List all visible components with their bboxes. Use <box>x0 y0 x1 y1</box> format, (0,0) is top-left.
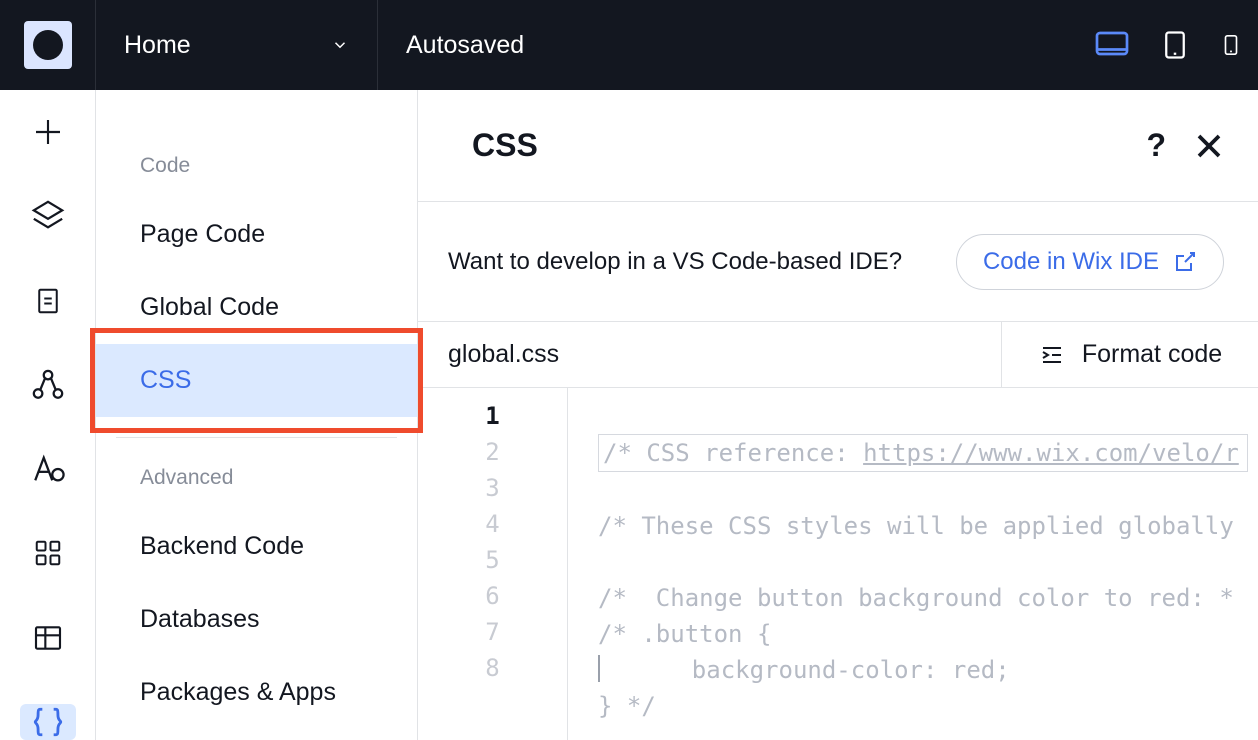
file-bar: global.css Format code <box>418 322 1258 388</box>
sidebar-item-global-code[interactable]: Global Code <box>96 271 417 344</box>
code-sidebar: Code Page Code Global Code CSS Advanced … <box>96 90 418 740</box>
line-number: 4 <box>418 506 567 542</box>
device-switcher <box>1094 27 1258 63</box>
code-in-wix-ide-button[interactable]: Code in Wix IDE <box>956 234 1224 290</box>
page-selector[interactable]: Home <box>96 0 378 90</box>
logo-area[interactable] <box>0 0 96 90</box>
line-number: 6 <box>418 578 567 614</box>
rail-typography[interactable] <box>20 451 76 487</box>
content-header: CSS ? <box>418 90 1258 202</box>
code-area[interactable]: /* CSS reference: https://www.wix.com/ve… <box>568 388 1258 740</box>
plus-icon <box>32 116 64 148</box>
external-link-icon <box>1173 250 1197 274</box>
rail-layers[interactable] <box>20 198 76 234</box>
file-name: global.css <box>418 322 1002 387</box>
line-number: 5 <box>418 542 567 578</box>
braces-icon <box>31 705 65 739</box>
line-number: 2 <box>418 434 567 470</box>
line-number: 1 <box>418 398 567 434</box>
rail-connections[interactable] <box>20 367 76 403</box>
content-panel: CSS ? Want to develop in a VS Code-based… <box>418 90 1258 740</box>
page-selector-label: Home <box>124 31 191 60</box>
save-status: Autosaved <box>378 31 1094 60</box>
layers-icon <box>31 199 65 233</box>
ide-prompt-text: Want to develop in a VS Code-based IDE? <box>448 248 902 276</box>
sidebar-section-advanced: Advanced <box>96 446 417 510</box>
rail-database[interactable] <box>20 620 76 656</box>
line-gutter: 1 2 3 4 5 6 7 8 <box>418 388 568 740</box>
grid-icon <box>33 538 63 568</box>
icon-rail <box>0 90 96 740</box>
sidebar-item-packages-apps[interactable]: Packages & Apps <box>96 656 417 729</box>
nodes-icon <box>31 368 65 402</box>
format-label: Format code <box>1082 340 1222 369</box>
tablet-icon[interactable] <box>1160 27 1190 63</box>
sidebar-item-backend-code[interactable]: Backend Code <box>96 510 417 583</box>
panel-title: CSS <box>472 127 538 164</box>
code-editor[interactable]: 1 2 3 4 5 6 7 8 /* CSS reference: https:… <box>418 388 1258 740</box>
type-icon <box>31 452 65 486</box>
rail-code[interactable] <box>20 704 76 740</box>
help-icon[interactable]: ? <box>1146 127 1166 164</box>
mobile-icon[interactable] <box>1220 27 1242 63</box>
line-number: 7 <box>418 614 567 650</box>
rail-add[interactable] <box>20 114 76 150</box>
line-number: 8 <box>418 650 567 686</box>
format-code-button[interactable]: Format code <box>1002 322 1258 387</box>
close-icon[interactable] <box>1194 131 1224 161</box>
ide-button-label: Code in Wix IDE <box>983 248 1159 276</box>
desktop-icon[interactable] <box>1094 27 1130 63</box>
sidebar-section-code: Code <box>96 134 417 198</box>
sidebar-item-databases[interactable]: Databases <box>96 583 417 656</box>
sidebar-item-page-code[interactable]: Page Code <box>96 198 417 271</box>
table-icon <box>32 622 64 654</box>
rail-apps[interactable] <box>20 535 76 571</box>
chevron-down-icon <box>331 36 349 54</box>
line-number: 3 <box>418 470 567 506</box>
format-icon <box>1038 343 1066 367</box>
topbar: Home Autosaved <box>0 0 1258 90</box>
page-icon <box>33 284 63 318</box>
ide-prompt-bar: Want to develop in a VS Code-based IDE? … <box>418 202 1258 322</box>
sidebar-divider <box>116 437 397 438</box>
logo-icon <box>24 21 72 69</box>
sidebar-item-css[interactable]: CSS <box>96 344 417 417</box>
rail-pages[interactable] <box>20 283 76 319</box>
